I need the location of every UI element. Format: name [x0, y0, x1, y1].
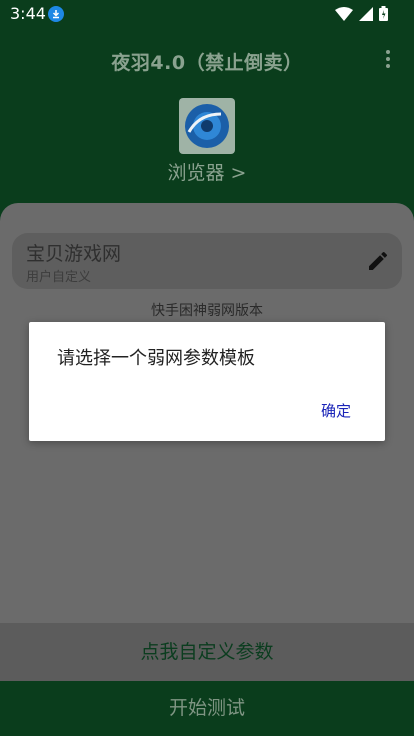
template-name: 宝贝游戏网	[26, 243, 122, 265]
overflow-menu-icon[interactable]	[384, 50, 392, 70]
start-test-button[interactable]: 开始测试	[0, 681, 414, 736]
app-title: 夜羽4.0（禁止倒卖）	[111, 52, 303, 74]
status-icons	[335, 6, 388, 21]
template-subtitle: 用户自定义	[26, 270, 92, 285]
browser-icon[interactable]	[179, 98, 235, 154]
version-label: 快手困神弱网版本	[151, 303, 263, 319]
signal-icon	[359, 6, 373, 21]
dialog-confirm-button[interactable]: 确定	[321, 400, 351, 421]
custom-params-button[interactable]: 点我自定义参数	[0, 623, 414, 681]
battery-icon	[379, 6, 388, 21]
wifi-icon	[335, 6, 353, 21]
edit-icon[interactable]	[366, 249, 390, 277]
template-field[interactable]: 宝贝游戏网 用户自定义	[12, 233, 402, 289]
status-time: 3:44	[10, 4, 46, 23]
download-icon	[48, 6, 64, 22]
status-bar: 3:44	[0, 0, 414, 28]
template-dialog: 请选择一个弱网参数模板 确定	[29, 322, 385, 441]
dialog-message: 请选择一个弱网参数模板	[57, 348, 255, 369]
browser-label[interactable]: 浏览器 >	[0, 158, 414, 185]
app-header: 夜羽4.0（禁止倒卖）	[0, 28, 414, 92]
